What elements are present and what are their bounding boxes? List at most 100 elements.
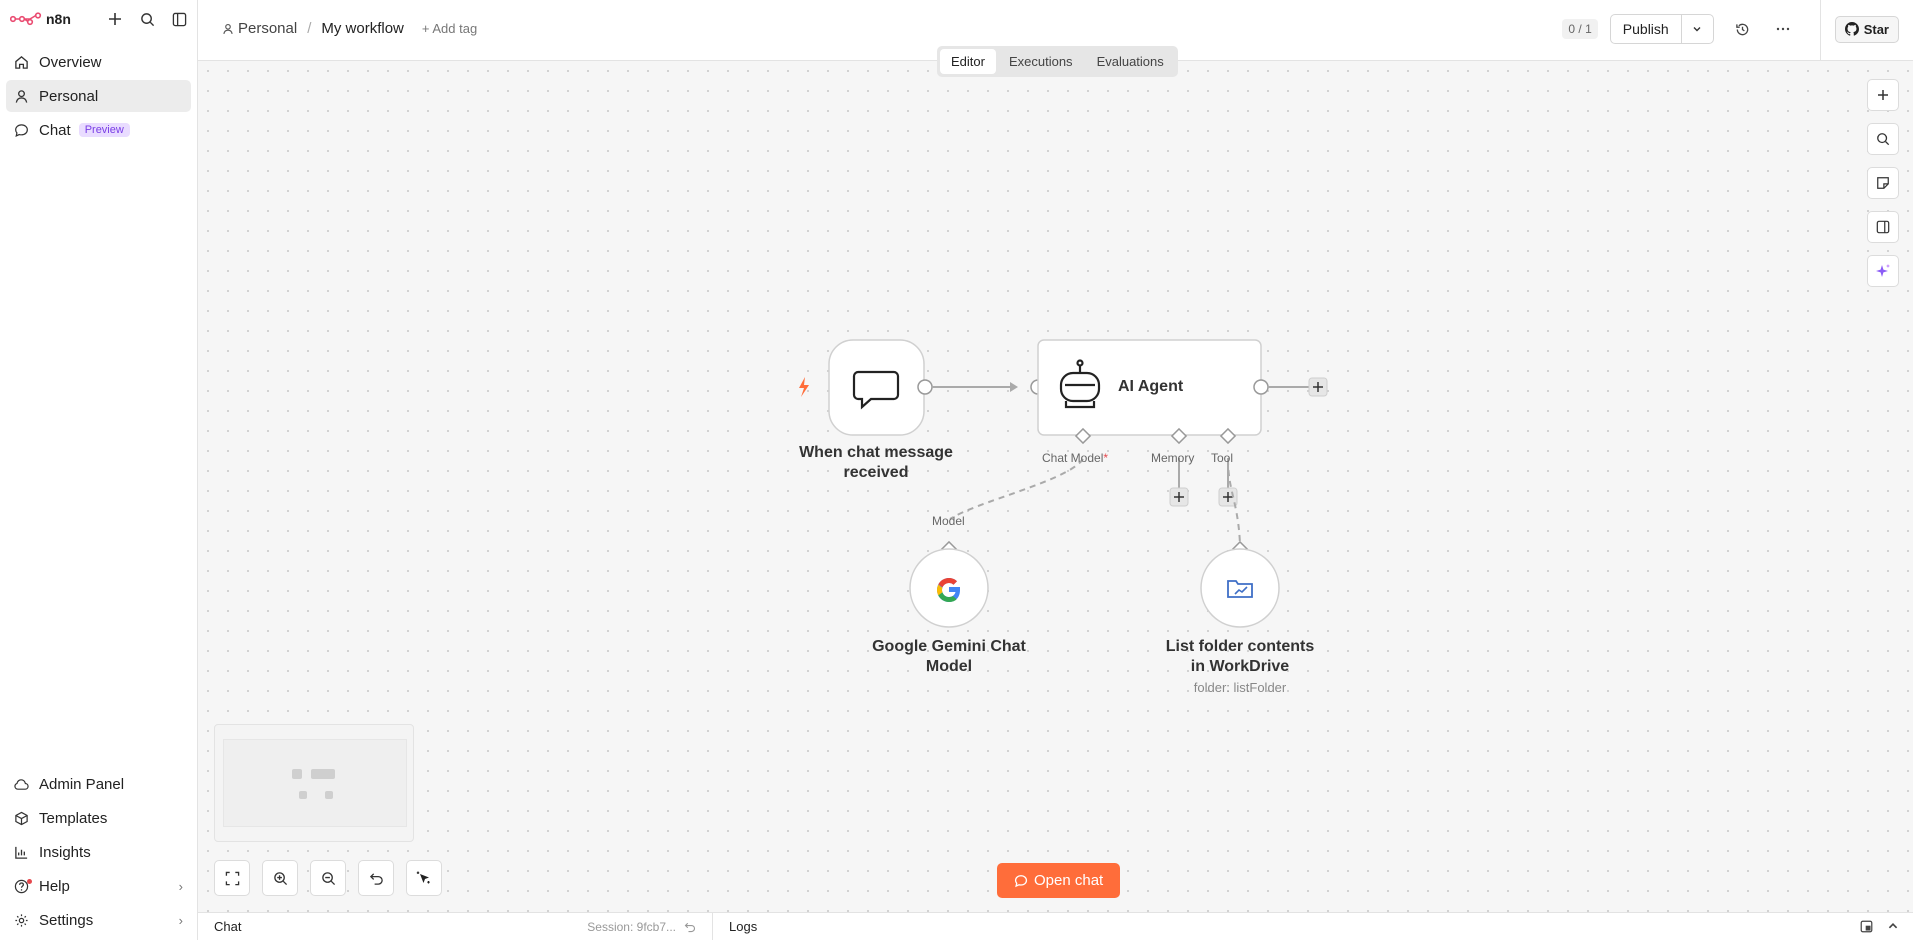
trigger-bolt-icon	[799, 377, 809, 397]
sticky-note-icon[interactable]	[1867, 167, 1899, 199]
open-chat-button[interactable]: Open chat	[997, 863, 1121, 898]
breadcrumb-project-label: Personal	[238, 20, 298, 37]
github-star-label: Star	[1863, 21, 1889, 37]
chat-model-port-label: Chat Model*	[1042, 451, 1108, 465]
breadcrumb: Personal / My workflow + Add tag	[222, 20, 477, 37]
chevron-right-icon: ›	[178, 912, 183, 928]
canvas-right-toolbar	[1867, 79, 1899, 287]
cloud-icon	[14, 778, 29, 790]
n8n-logo-icon	[10, 12, 42, 26]
workdrive-label: List folder contents in WorkDrive	[1130, 637, 1350, 677]
github-icon	[1844, 22, 1859, 36]
sidebar-item-personal[interactable]: Personal	[6, 80, 191, 112]
zoom-in-icon[interactable]	[262, 860, 298, 896]
home-icon	[15, 55, 28, 69]
canvas-bottom-toolbar	[214, 860, 442, 896]
workdrive-label-line1: List folder contents	[1165, 638, 1315, 655]
chat-panel-header[interactable]: Chat Session: 9fcb7...	[198, 912, 713, 940]
sidebar-item-settings[interactable]: Settings ›	[6, 904, 191, 936]
sidebar-item-label: Insights	[39, 843, 91, 861]
agent-output-port[interactable]	[1253, 379, 1269, 395]
gemini-label-line1: Google Gemini Chat	[872, 638, 1026, 655]
workdrive-subtitle: folder: listFolder	[1193, 680, 1287, 695]
logo[interactable]: n8n	[10, 11, 71, 27]
sidebar-item-insights[interactable]: Insights	[6, 836, 191, 868]
sidebar-item-overview[interactable]: Overview	[6, 46, 191, 78]
search-icon[interactable]	[139, 11, 155, 27]
gemini-label-line2: Model	[925, 658, 973, 675]
tab-evaluations[interactable]: Evaluations	[1086, 49, 1175, 74]
history-icon[interactable]	[1728, 14, 1758, 44]
sidebar-toggle-icon[interactable]	[171, 11, 187, 27]
undo-icon[interactable]	[358, 860, 394, 896]
sidebar-item-label: Settings	[39, 911, 94, 929]
more-options-icon[interactable]	[1768, 14, 1798, 44]
chevron-up-icon[interactable]	[1887, 920, 1899, 932]
publish-button[interactable]: Publish	[1611, 15, 1681, 43]
trigger-output-port[interactable]	[917, 379, 933, 395]
model-port-label: Model	[932, 514, 965, 528]
chat-icon	[15, 123, 28, 137]
fit-view-icon[interactable]	[214, 860, 250, 896]
workflow-canvas[interactable]: When chat message received AI Agent Chat…	[198, 61, 1913, 912]
logs-panel-label[interactable]: Logs	[713, 919, 773, 934]
panel-toggle-icon[interactable]	[1867, 211, 1899, 243]
sidebar: n8n Overview Personal Chat Preview Admin…	[0, 0, 198, 940]
breadcrumb-project[interactable]: Personal	[222, 20, 297, 37]
workdrive-label-line2: in WorkDrive	[1190, 658, 1290, 675]
sidebar-item-label: Overview	[39, 53, 102, 71]
search-nodes-icon[interactable]	[1867, 123, 1899, 155]
publish-button-group: Publish	[1609, 14, 1714, 44]
session-info: Session: 9fcb7...	[587, 920, 696, 934]
chat-panel-label: Chat	[214, 919, 242, 934]
gear-icon	[15, 913, 28, 927]
chevron-down-icon[interactable]	[1680, 15, 1713, 43]
workflow-name[interactable]: My workflow	[321, 20, 404, 37]
workdrive-node[interactable]	[1200, 548, 1280, 628]
chart-icon	[15, 846, 28, 859]
chat-trigger-label-line2: received	[843, 464, 909, 481]
pop-out-icon[interactable]	[1860, 920, 1873, 933]
add-node-icon[interactable]	[1867, 79, 1899, 111]
header-actions: 0 / 1 Publish Star	[1562, 0, 1913, 60]
canvas-graph	[799, 339, 1328, 628]
chevron-right-icon: ›	[178, 878, 183, 894]
open-chat-label: Open chat	[1034, 872, 1104, 889]
app-name: n8n	[46, 11, 71, 27]
add-icon[interactable]	[107, 11, 123, 27]
github-star-button[interactable]: Star	[1834, 15, 1899, 43]
box-icon	[15, 811, 28, 825]
github-section: Star	[1819, 0, 1913, 60]
tidy-up-icon[interactable]	[406, 860, 442, 896]
reset-session-icon[interactable]	[684, 921, 696, 933]
sidebar-item-templates[interactable]: Templates	[6, 802, 191, 834]
sidebar-item-help[interactable]: Help ›	[6, 870, 191, 902]
sidebar-item-label: Personal	[39, 87, 99, 105]
connection-arrow-icon	[1010, 382, 1018, 392]
sidebar-bottom-nav: Admin Panel Templates Insights Help › Se…	[6, 768, 191, 938]
sidebar-item-label: Help	[39, 877, 70, 895]
memory-port-label: Memory	[1151, 451, 1195, 465]
required-marker: *	[1103, 451, 1109, 465]
tab-editor[interactable]: Editor	[940, 49, 996, 74]
ai-assistant-icon[interactable]	[1867, 255, 1899, 287]
ai-agent-label: AI Agent	[1118, 378, 1184, 395]
chat-icon	[1014, 874, 1028, 887]
sidebar-item-label: Templates	[39, 809, 108, 827]
minimap[interactable]	[214, 724, 414, 842]
view-tabs: Editor Executions Evaluations	[937, 46, 1178, 77]
gemini-label: Google Gemini Chat Model	[849, 637, 1049, 677]
sidebar-item-chat[interactable]: Chat Preview	[6, 114, 191, 146]
sidebar-item-label: Admin Panel	[39, 775, 125, 793]
sidebar-top: n8n	[0, 0, 197, 38]
tab-executions[interactable]: Executions	[998, 49, 1084, 74]
user-icon	[15, 89, 28, 103]
sidebar-item-admin-panel[interactable]: Admin Panel	[6, 768, 191, 800]
preview-badge: Preview	[78, 123, 130, 137]
add-tag-button[interactable]: + Add tag	[422, 21, 477, 36]
sidebar-item-label: Chat	[39, 121, 71, 139]
session-label: Session: 9fcb7...	[587, 919, 676, 934]
sidebar-nav: Overview Personal Chat Preview	[0, 38, 197, 146]
chat-trigger-node[interactable]	[828, 339, 925, 436]
zoom-out-icon[interactable]	[310, 860, 346, 896]
